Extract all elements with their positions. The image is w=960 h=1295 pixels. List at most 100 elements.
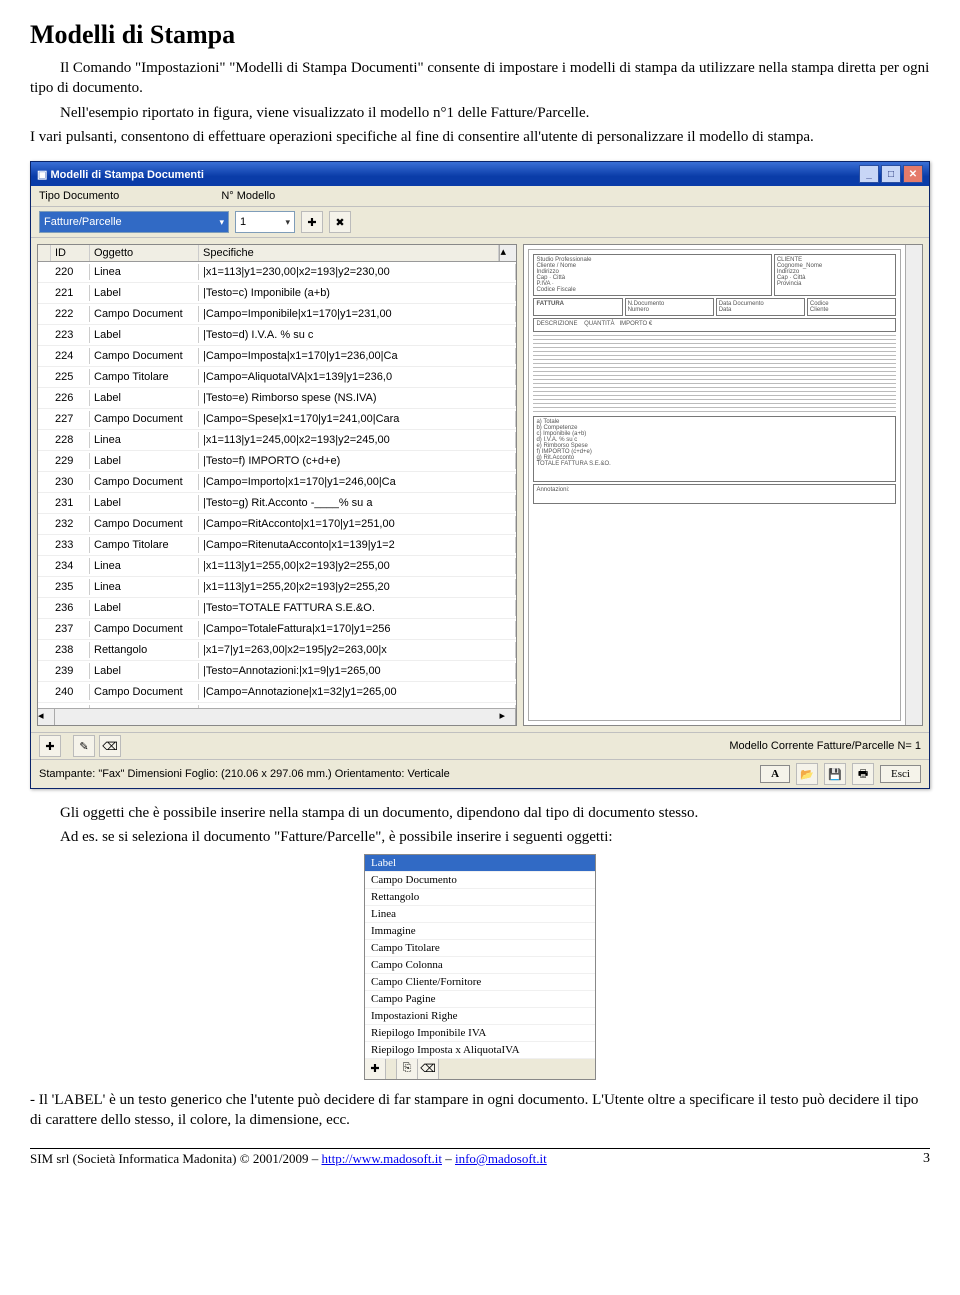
table-row[interactable]: 222Campo Document|Campo=Imponibile|x1=17…	[38, 304, 516, 325]
cell-oggetto: Label	[90, 663, 199, 679]
footer-sep: –	[445, 1151, 455, 1166]
after-p1: Gli oggetti che è possibile inserire nel…	[30, 803, 930, 823]
cell-id: 227	[51, 411, 90, 427]
dd-clear-button[interactable]: ⌫	[418, 1059, 439, 1079]
dd-copy-button[interactable]: ⎘	[397, 1059, 418, 1079]
table-row[interactable]: 239Label|Testo=Annotazioni:|x1=9|y1=265,…	[38, 661, 516, 682]
maximize-button[interactable]: □	[881, 165, 901, 183]
table-row[interactable]: 233Campo Titolare|Campo=RitenutaAcconto|…	[38, 535, 516, 556]
table-row[interactable]: 228Linea|x1=113|y1=245,00|x2=193|y2=245,…	[38, 430, 516, 451]
table-row[interactable]: 229Label|Testo=f) IMPORTO (c+d+e)	[38, 451, 516, 472]
dropdown-item[interactable]: Immagine	[365, 923, 595, 940]
font-button[interactable]: A	[760, 765, 790, 783]
preview-header-left: Studio ProfessionaleCliente / NomeIndiri…	[533, 254, 771, 296]
minimize-button[interactable]: _	[859, 165, 879, 183]
dropdown-item[interactable]: Rettangolo	[365, 889, 595, 906]
cell-oggetto: Label	[90, 285, 199, 301]
cell-oggetto: Linea	[90, 579, 199, 595]
cell-oggetto: Campo Document	[90, 684, 199, 700]
cell-specifiche: |Campo=Annotazione|x1=32|y1=265,00	[199, 684, 516, 700]
table-row[interactable]: 238Rettangolo|x1=7|y1=263,00|x2=195|y2=2…	[38, 640, 516, 661]
col-oggetto[interactable]: Oggetto	[90, 245, 199, 261]
table-row[interactable]: 240Campo Document|Campo=Annotazione|x1=3…	[38, 682, 516, 703]
delete-model-button[interactable]: ✖	[329, 211, 351, 233]
cell-oggetto: Campo Titolare	[90, 537, 199, 553]
dropdown-item[interactable]: Linea	[365, 906, 595, 923]
table-row[interactable]: 230Campo Document|Campo=Importo|x1=170|y…	[38, 472, 516, 493]
dropdown-item[interactable]: Riepilogo Imponibile IVA	[365, 1025, 595, 1042]
dropdown-item[interactable]: Label	[365, 855, 595, 872]
titlebar: ▣ Modelli di Stampa Documenti _ □ ✕	[31, 162, 929, 186]
intro-p3: I vari pulsanti, consentono di effettuar…	[30, 127, 930, 147]
table-row[interactable]: 223Label|Testo=d) I.V.A. % su c	[38, 325, 516, 346]
dropdown-item[interactable]: Impostazioni Righe	[365, 1008, 595, 1025]
model-toolbar: ✚ ✎ ⌫ Modello Corrente Fatture/Parcelle …	[31, 732, 929, 759]
cell-specifiche: |Campo=RitAcconto|x1=170|y1=251,00	[199, 516, 516, 532]
col-specifiche[interactable]: Specifiche	[199, 245, 499, 261]
cell-oggetto: Linea	[90, 264, 199, 280]
table-row[interactable]: 220Linea|x1=113|y1=230,00|x2=193|y2=230,…	[38, 262, 516, 283]
scroll-up-icon[interactable]: ▴	[499, 245, 516, 261]
table-row[interactable]: 234Linea|x1=113|y1=255,00|x2=193|y2=255,…	[38, 556, 516, 577]
dropdown-item[interactable]: Campo Documento	[365, 872, 595, 889]
page-title: Modelli di Stampa	[30, 20, 930, 50]
dropdown-item[interactable]: Campo Colonna	[365, 957, 595, 974]
dropdown-item[interactable]: Campo Pagine	[365, 991, 595, 1008]
tipodoc-combo[interactable]: Fatture/Parcelle ▾	[39, 211, 229, 233]
cell-id: 233	[51, 537, 90, 553]
preview-scrollbar[interactable]	[905, 245, 922, 725]
dropdown-item[interactable]: Campo Titolare	[365, 940, 595, 957]
table-row[interactable]: 226Label|Testo=e) Rimborso spese (NS.IVA…	[38, 388, 516, 409]
open-button[interactable]: 📂	[796, 763, 818, 785]
print-button[interactable]: 🖶	[852, 763, 874, 785]
dropdown-item[interactable]: Riepilogo Imposta x AliquotaIVA	[365, 1042, 595, 1059]
table-row[interactable]: 235Linea|x1=113|y1=255,20|x2=193|y2=255,…	[38, 577, 516, 598]
cell-specifiche: |Campo=Spese|x1=170|y1=241,00|Cara	[199, 411, 516, 427]
window-title: ▣ Modelli di Stampa Documenti	[37, 168, 204, 181]
preview-totals: a) Totaleb) Competenzec) Imponibile (a+b…	[533, 416, 896, 482]
cell-specifiche: |Campo=RitenutaAcconto|x1=139|y1=2	[199, 537, 516, 553]
footer-url[interactable]: http://www.madosoft.it	[321, 1151, 442, 1166]
new-object-button[interactable]: ✚	[39, 735, 61, 757]
table-row[interactable]: 231Label|Testo=g) Rit.Acconto -____% su …	[38, 493, 516, 514]
filter-bar: Tipo Documento N° Modello	[31, 186, 929, 207]
cell-id: 228	[51, 432, 90, 448]
objects-grid[interactable]: ID Oggetto Specifiche ▴ 220Linea|x1=113|…	[37, 244, 517, 726]
dropdown-item[interactable]: Campo Cliente/Fornitore	[365, 974, 595, 991]
tipodoc-value: Fatture/Parcelle	[44, 216, 122, 228]
preview-num: N.DocumentoNumero	[625, 298, 714, 316]
table-row[interactable]: 225Campo Titolare|Campo=AliquotaIVA|x1=1…	[38, 367, 516, 388]
table-row[interactable]: 237Campo Document|Campo=TotaleFattura|x1…	[38, 619, 516, 640]
cell-oggetto: Label	[90, 327, 199, 343]
save-button[interactable]: 💾	[824, 763, 846, 785]
cell-id: 226	[51, 390, 90, 406]
dd-add-button[interactable]: ✚	[365, 1059, 386, 1079]
app-window: ▣ Modelli di Stampa Documenti _ □ ✕ Tipo…	[30, 161, 930, 789]
scroll-right-icon[interactable]: ▸	[499, 709, 516, 725]
footer-email[interactable]: info@madosoft.it	[455, 1151, 547, 1166]
close-button[interactable]: ✕	[903, 165, 923, 183]
scroll-left-icon[interactable]: ◂	[38, 709, 55, 725]
table-row[interactable]: 224Campo Document|Campo=Imposta|x1=170|y…	[38, 346, 516, 367]
table-row[interactable]: 227Campo Document|Campo=Spese|x1=170|y1=…	[38, 409, 516, 430]
cell-oggetto: Campo Document	[90, 306, 199, 322]
preview-cod: CodiceCliente	[807, 298, 896, 316]
tipodoc-label: Tipo Documento	[39, 190, 119, 202]
esci-button[interactable]: Esci	[880, 765, 921, 783]
edit-object-button[interactable]: ✎	[73, 735, 95, 757]
page-footer: SIM srl (Società Informatica Madonita) ©…	[30, 1148, 930, 1167]
add-model-button[interactable]: ✚	[301, 211, 323, 233]
intro-p2: Nell'esempio riportato in figura, viene …	[30, 103, 930, 123]
cell-oggetto: Campo Titolare	[90, 369, 199, 385]
nmodello-combo[interactable]: 1 ▾	[235, 211, 295, 233]
h-scrollbar[interactable]: ◂ ▸	[38, 708, 516, 725]
cell-id: 239	[51, 663, 90, 679]
erase-object-button[interactable]: ⌫	[99, 735, 121, 757]
preview-page: Studio ProfessionaleCliente / NomeIndiri…	[528, 249, 901, 721]
table-row[interactable]: 221Label|Testo=c) Imponibile (a+b)	[38, 283, 516, 304]
table-row[interactable]: 232Campo Document|Campo=RitAcconto|x1=17…	[38, 514, 516, 535]
cell-oggetto: Rettangolo	[90, 642, 199, 658]
table-row[interactable]: 236Label|Testo=TOTALE FATTURA S.E.&O.	[38, 598, 516, 619]
cell-oggetto: Label	[90, 453, 199, 469]
col-id[interactable]: ID	[51, 245, 90, 261]
